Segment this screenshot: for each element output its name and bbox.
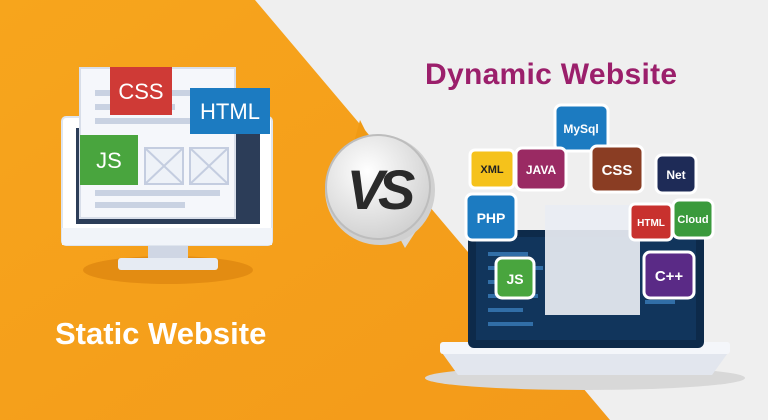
- cpp-tag: C++: [642, 250, 696, 300]
- php-tag: PHP: [464, 192, 518, 242]
- dynamic-css-tag: CSS: [589, 144, 645, 194]
- php-label: PHP: [477, 210, 506, 226]
- dynamic-js-tag: JS: [494, 256, 536, 300]
- net-tag: Net: [654, 153, 698, 195]
- dynamic-css-label: CSS: [602, 162, 633, 179]
- dynamic-website-heading: Dynamic Website: [425, 58, 678, 91]
- cloud-label: Cloud: [677, 214, 708, 226]
- java-tag: JAVA: [514, 146, 568, 192]
- image-placeholder-2: [189, 147, 229, 185]
- dynamic-js-label: JS: [506, 271, 523, 287]
- static-css-tag: CSS: [110, 67, 172, 115]
- static-js-label: JS: [96, 148, 122, 173]
- dynamic-html-tag: HTML: [628, 202, 674, 242]
- cpp-label: C++: [655, 268, 684, 285]
- static-website-heading: Static Website: [55, 316, 267, 351]
- vs-label: VS: [347, 158, 415, 221]
- static-html-tag: HTML: [190, 88, 270, 134]
- java-label: JAVA: [526, 163, 557, 177]
- cloud-tag: Cloud: [671, 198, 715, 240]
- dynamic-html-label: HTML: [637, 218, 665, 229]
- static-css-label: CSS: [118, 79, 163, 104]
- image-placeholder-1: [144, 147, 184, 185]
- xml-label: XML: [480, 164, 504, 176]
- mysql-tag: MySql: [553, 103, 610, 153]
- static-html-label: HTML: [200, 99, 260, 124]
- net-label: Net: [666, 168, 685, 182]
- xml-tag: XML: [468, 148, 516, 190]
- mysql-label: MySql: [563, 122, 598, 136]
- static-js-tag: JS: [80, 135, 138, 185]
